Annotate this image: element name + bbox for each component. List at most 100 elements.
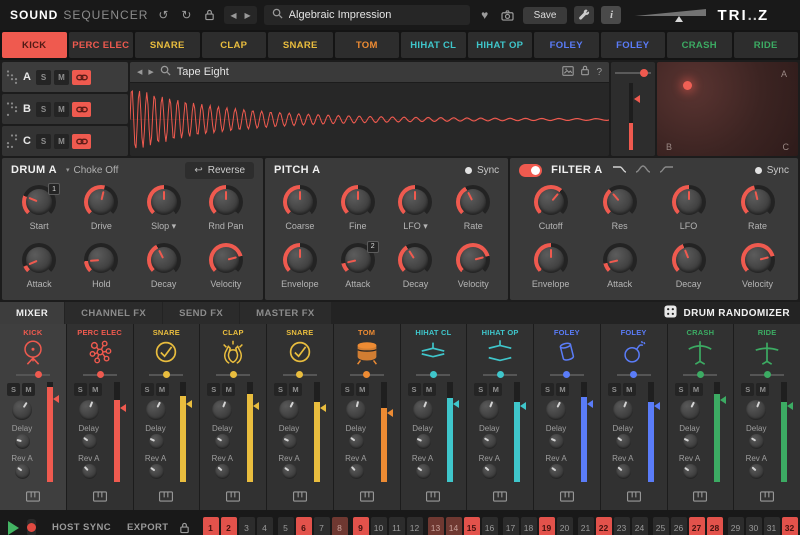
- step-12[interactable]: 12: [407, 517, 423, 535]
- channel-mute-button[interactable]: M: [89, 383, 102, 396]
- knob-filter-res[interactable]: Res: [585, 182, 654, 240]
- channel-mute-button[interactable]: M: [289, 383, 302, 396]
- step-2[interactable]: 2: [221, 517, 237, 535]
- keyboard-icon[interactable]: [159, 489, 174, 507]
- knob-pitch-rate[interactable]: Rate: [444, 182, 502, 240]
- step-32[interactable]: 32: [782, 517, 798, 535]
- channel-volume-knob[interactable]: [680, 400, 700, 420]
- step-8[interactable]: 8: [332, 517, 348, 535]
- channel-pan-slider[interactable]: [283, 371, 317, 379]
- preset-search[interactable]: [264, 5, 470, 25]
- layer-link-button[interactable]: [72, 102, 91, 117]
- bandpass-icon[interactable]: [635, 161, 651, 179]
- delay-send-knob[interactable]: [15, 434, 30, 449]
- sample-lock-icon[interactable]: [580, 65, 590, 79]
- reverb-send-knob[interactable]: [482, 464, 497, 479]
- pan-handle[interactable]: [697, 371, 704, 378]
- knob-pitch-coarse[interactable]: Coarse: [271, 182, 329, 240]
- pan-handle[interactable]: [363, 371, 370, 378]
- knob-drum-decay[interactable]: Decay: [133, 240, 195, 298]
- knob-pitch-decay[interactable]: Decay: [387, 240, 445, 298]
- reverb-send-knob[interactable]: [416, 464, 431, 479]
- channel-mute-button[interactable]: M: [356, 383, 369, 396]
- step-29[interactable]: 29: [728, 517, 744, 535]
- knob-filter-lfo[interactable]: LFO: [654, 182, 723, 240]
- channel-volume-knob[interactable]: [479, 400, 499, 420]
- reverb-send-knob[interactable]: [683, 464, 698, 479]
- layer-mute-button[interactable]: M: [54, 134, 69, 149]
- export-button[interactable]: EXPORT: [127, 522, 168, 533]
- record-button[interactable]: [27, 519, 36, 535]
- reverb-send-knob[interactable]: [149, 464, 164, 479]
- meter-fader-handle[interactable]: [634, 95, 640, 103]
- drum-tab-perc-elec[interactable]: PERC ELEC: [69, 32, 134, 58]
- step-18[interactable]: 18: [521, 517, 537, 535]
- knob-pitch-velocity[interactable]: Velocity: [444, 240, 502, 298]
- pan-handle[interactable]: [430, 371, 437, 378]
- channel-pan-slider[interactable]: [149, 371, 183, 379]
- step-19[interactable]: 19: [539, 517, 555, 535]
- knob-drum-rnd-pan[interactable]: Rnd Pan: [195, 182, 257, 240]
- reverb-send-knob[interactable]: [82, 464, 97, 479]
- pan-handle[interactable]: [497, 371, 504, 378]
- favorite-icon[interactable]: ♥: [477, 7, 493, 23]
- step-13[interactable]: 13: [428, 517, 444, 535]
- channel-pan-slider[interactable]: [416, 371, 450, 379]
- channel-volume-knob[interactable]: [79, 400, 99, 420]
- sample-help-button[interactable]: ?: [596, 67, 602, 78]
- mixer-tab-send-fx[interactable]: SEND FX: [163, 302, 239, 324]
- drum-tab-tom[interactable]: TOM: [335, 32, 400, 58]
- sample-tune-slider[interactable]: [615, 68, 651, 78]
- undo-icon[interactable]: ↺: [155, 7, 171, 23]
- keyboard-icon[interactable]: [226, 489, 241, 507]
- drum-tab-kick[interactable]: KICK: [2, 32, 67, 58]
- layer-solo-button[interactable]: S: [36, 102, 51, 117]
- settings-wrench-button[interactable]: [574, 6, 594, 24]
- channel-pan-slider[interactable]: [483, 371, 517, 379]
- delay-send-knob[interactable]: [416, 434, 431, 449]
- channel-volume-knob[interactable]: [212, 400, 232, 420]
- knob-drum-slop[interactable]: Slop ▾: [133, 182, 195, 240]
- mixer-strip-foley-9[interactable]: FOLEYSMDelayRev A: [534, 324, 600, 510]
- channel-fader-handle[interactable]: [787, 402, 793, 410]
- pattern-lock-icon[interactable]: [177, 520, 193, 535]
- preset-search-input[interactable]: [289, 9, 462, 21]
- channel-level-meter[interactable]: [180, 382, 193, 482]
- redo-icon[interactable]: ↻: [178, 7, 194, 23]
- keyboard-icon[interactable]: [92, 489, 107, 507]
- keyboard-icon[interactable]: [760, 489, 775, 507]
- channel-level-meter[interactable]: [47, 382, 60, 482]
- step-23[interactable]: 23: [614, 517, 630, 535]
- keyboard-icon[interactable]: [426, 489, 441, 507]
- layer-solo-button[interactable]: S: [36, 134, 51, 149]
- mixer-tab-mixer[interactable]: MIXER: [0, 302, 64, 324]
- layer-row-c[interactable]: CSM: [2, 126, 128, 156]
- pitch-sync-toggle[interactable]: Sync: [465, 165, 499, 176]
- mixer-strip-crash-11[interactable]: CRASHSMDelayRev A: [668, 324, 734, 510]
- step-5[interactable]: 5: [278, 517, 294, 535]
- knob-filter-velocity[interactable]: Velocity: [723, 240, 792, 298]
- channel-mute-button[interactable]: M: [690, 383, 703, 396]
- step-6[interactable]: 6: [296, 517, 312, 535]
- reverse-button[interactable]: ↩Reverse: [185, 162, 254, 179]
- step-21[interactable]: 21: [578, 517, 594, 535]
- pan-handle[interactable]: [764, 371, 771, 378]
- step-31[interactable]: 31: [764, 517, 780, 535]
- morph-puck[interactable]: [683, 81, 692, 90]
- channel-fader-handle[interactable]: [320, 404, 326, 412]
- delay-send-knob[interactable]: [482, 434, 497, 449]
- step-11[interactable]: 11: [389, 517, 405, 535]
- channel-pan-slider[interactable]: [750, 371, 784, 379]
- channel-volume-knob[interactable]: [546, 400, 566, 420]
- layer-link-button[interactable]: [72, 134, 91, 149]
- channel-pan-slider[interactable]: [350, 371, 384, 379]
- step-1[interactable]: 1: [203, 517, 219, 535]
- step-16[interactable]: 16: [482, 517, 498, 535]
- sample-next-button[interactable]: ▶: [148, 68, 153, 76]
- channel-fader-handle[interactable]: [120, 404, 126, 412]
- drum-tab-foley[interactable]: FOLEY: [601, 32, 666, 58]
- knob-pitch-attack[interactable]: 2Attack: [329, 240, 387, 298]
- knob-filter-rate[interactable]: Rate: [723, 182, 792, 240]
- sample-name-input[interactable]: [177, 66, 557, 78]
- channel-fader-handle[interactable]: [453, 400, 459, 408]
